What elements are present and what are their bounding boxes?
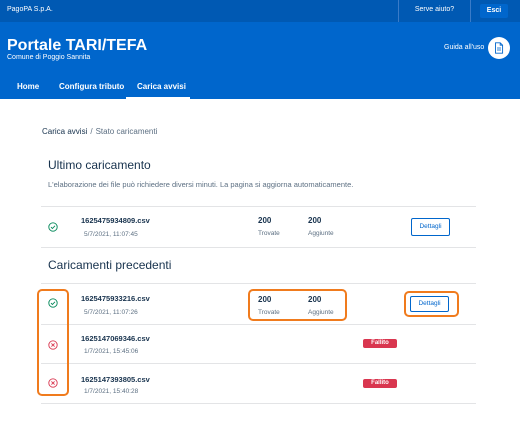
found-count: 200 [258,216,272,225]
last-upload-title: Ultimo caricamento [48,158,151,172]
success-icon [48,222,58,232]
top-bar: PagoPA S.p.A. Serve aiuto? Esci [0,0,520,22]
help-link[interactable]: Serve aiuto? [398,0,471,22]
tab-configura-tributo[interactable]: Configura tributo [59,82,124,91]
logout-button[interactable]: Esci [480,4,508,18]
failed-badge: Fallito [363,339,397,348]
active-tab-indicator [126,97,190,99]
added-count: 200 [308,216,322,225]
file-name: 1625147393805.csv [81,375,150,384]
file-name: 1625475933216.csv [81,294,150,303]
divider [41,363,476,364]
help-link-label: Serve aiuto? [414,6,455,13]
organization-link[interactable]: PagoPA S.p.A. [7,6,53,13]
previous-uploads-title: Caricamenti precedenti [48,258,172,272]
municipality-name: Comune di Poggio Sannita [7,54,91,61]
divider [41,283,476,284]
page-title: Portale TARI/TEFA [7,37,148,54]
details-button-highlight [404,291,459,317]
breadcrumb-separator: / [90,127,93,136]
status-icons-highlight [37,289,69,396]
counts-highlight [248,289,347,321]
breadcrumb-parent[interactable]: Carica avvisi [42,127,87,136]
document-icon [495,42,504,54]
breadcrumb-current: Stato caricamenti [95,127,158,136]
file-date: 5/7/2021, 11:07:45 [84,231,138,238]
file-date: 1/7/2021, 15:40:28 [84,388,139,395]
file-name: 1625147069346.csv [81,334,150,343]
file-date: 1/7/2021, 15:45:06 [84,348,139,355]
last-upload-description: L'elaborazione dei file può richiedere d… [48,180,354,189]
guide-link-label[interactable]: Guida all'uso [444,44,484,51]
added-label: Aggiunte [308,230,334,237]
divider [41,206,476,207]
guide-button[interactable] [488,37,510,59]
file-date: 5/7/2021, 11:07:26 [84,309,138,316]
header: Portale TARI/TEFA Comune di Poggio Sanni… [0,22,520,99]
failed-badge: Fallito [363,379,397,388]
tab-home[interactable]: Home [17,82,39,91]
divider [41,403,476,404]
divider [41,247,476,248]
details-button[interactable]: Dettagli [411,218,450,236]
file-name: 1625475934809.csv [81,216,150,225]
logout-label: Esci [486,7,502,14]
tab-carica-avvisi[interactable]: Carica avvisi [137,82,186,91]
breadcrumb: Carica avvisi / Stato caricamenti [42,127,157,136]
divider [41,324,476,325]
found-label: Trovate [258,230,280,237]
